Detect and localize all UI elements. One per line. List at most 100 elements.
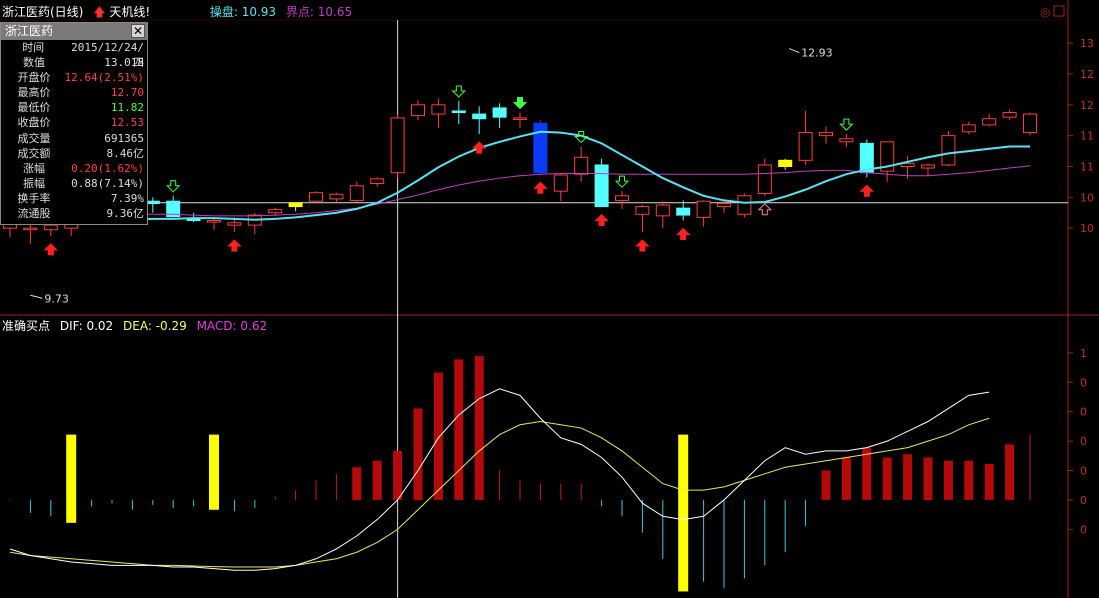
info-row-label: 最低价 — [17, 101, 51, 115]
candle-body — [288, 202, 303, 208]
info-row-value: 13.018 — [104, 56, 144, 70]
info-row-value: 12.70 — [110, 86, 144, 100]
candle-body — [778, 159, 793, 167]
info-panel: 浙江医药 ✕ 时间 2015/12/24/四 数值 13.018 开盘价 12.64(2.… — [0, 22, 148, 225]
candle-body — [553, 174, 568, 192]
macd-label: MACD: 0.62 — [196, 319, 268, 333]
buy-arrow-icon — [594, 213, 609, 227]
macd-y-tick-label: 0 — [1080, 406, 1087, 419]
buy-arrow-icon — [43, 243, 59, 256]
candle-body — [737, 195, 752, 215]
info-row-label: 收盘价 — [17, 116, 51, 130]
info-row-value: 12.53 — [110, 116, 144, 130]
candle-body — [329, 193, 344, 200]
macd-bar-positive — [393, 450, 403, 500]
info-row-value: 0.20(1.62%) — [71, 161, 144, 175]
candle-body — [615, 195, 629, 201]
candle-body — [451, 110, 466, 114]
candle-body — [268, 209, 283, 214]
signal-yellow-bar — [66, 434, 77, 523]
candle-body — [819, 132, 833, 137]
candle-body — [941, 135, 956, 166]
info-row: 最低价 11.82 — [1, 100, 147, 115]
info-row-label: 流通股 — [17, 207, 51, 221]
signal-label: 天机线! — [109, 5, 151, 19]
macd-bar-positive — [882, 457, 892, 500]
red-up-arrow-icon: 🡅 — [93, 5, 106, 19]
y-tick-label: 11 — [1080, 130, 1094, 143]
candle-body — [145, 200, 160, 205]
signal-yellow-bar — [678, 434, 689, 592]
info-row-value: 12.64(2.51%) — [64, 71, 144, 85]
candle-body — [472, 113, 487, 120]
candle-body — [227, 222, 242, 226]
info-row: 换手率 7.39% — [1, 191, 147, 206]
candle-body — [513, 117, 527, 120]
dif-label: DIF: 0.02 — [59, 319, 114, 333]
buy-arrow-icon — [471, 141, 487, 154]
info-row-value: 7.39% — [110, 191, 144, 205]
ma-cyan-line — [10, 130, 1030, 225]
sell-arrow-icon — [451, 85, 467, 98]
info-row: 收盘价 12.53 — [1, 115, 147, 130]
stock-chart: ◎1312121111101012.939.731000000 — [0, 0, 1099, 598]
info-row: 流通股 9.36亿 — [1, 206, 147, 221]
info-row-label: 换手率 — [17, 191, 51, 205]
window-icon — [1053, 5, 1065, 17]
settings-icon: ◎ — [1040, 5, 1050, 19]
info-row-value: 9.36亿 — [106, 207, 145, 221]
ma-magenta-line — [9, 165, 1031, 217]
close-icon[interactable]: ✕ — [131, 24, 145, 38]
buy-arrow-icon — [533, 181, 548, 194]
macd-bar-positive — [862, 447, 872, 500]
high-leader — [789, 48, 800, 53]
y-tick-label: 11 — [1080, 161, 1094, 174]
info-row: 时间 2015/12/24/四 — [1, 40, 147, 69]
candle-body — [676, 207, 691, 216]
low-label: 9.73 — [44, 292, 69, 305]
y-tick-label: 12 — [1080, 68, 1094, 81]
info-row: 成交量 691365 — [1, 131, 147, 146]
info-row: 振幅 0.88(7.14%) — [1, 176, 147, 191]
candle-body — [839, 138, 854, 143]
buy-arrow-icon — [675, 227, 691, 240]
candle-body — [1023, 113, 1037, 134]
candle-body — [798, 132, 813, 161]
indicator-header: 准确买点 DIF: 0.02 DEA: -0.29 MACD: 0.62 — [2, 317, 273, 333]
info-row-label: 时间 — [22, 41, 45, 54]
macd-bar-positive — [454, 359, 464, 500]
signal-yellow-bar — [209, 434, 219, 510]
macd-bar-positive — [352, 467, 362, 500]
candle-body — [207, 219, 221, 223]
info-row: 成交额 8.46亿 — [1, 146, 147, 161]
macd-bar-positive — [821, 470, 831, 500]
candle-body — [533, 122, 548, 174]
info-row-value: 691365 — [104, 131, 144, 145]
macd-bar-positive — [474, 356, 484, 500]
y-tick-label: 10 — [1080, 191, 1094, 204]
macd-bar-positive — [841, 457, 851, 500]
info-row: 涨幅 0.20(1.62%) — [1, 161, 147, 176]
info-row: 开盘价 12.64(2.51%) — [1, 70, 147, 85]
candle-body — [43, 224, 58, 231]
candle-body — [574, 156, 589, 175]
buy-arrow-icon — [227, 239, 242, 252]
caopan-label: 操盘: 10.93 — [209, 5, 277, 19]
sell-arrow-icon — [839, 118, 854, 131]
info-panel-header[interactable]: 浙江医药 ✕ — [1, 23, 147, 40]
candle-body — [921, 164, 935, 169]
info-row-label: 涨幅 — [23, 161, 45, 175]
candle-body — [492, 107, 507, 118]
macd-y-tick-label: 0 — [1080, 523, 1087, 536]
macd-bar-positive — [964, 460, 974, 500]
macd-bar-positive — [923, 457, 933, 500]
candle-body — [982, 118, 997, 126]
info-row-value: 8.46亿 — [106, 146, 145, 160]
chart-header: 浙江医药(日线) 🡅 天机线! 操盘: 10.93 界点: 10.65 — [2, 3, 358, 21]
sell-arrow-icon — [165, 180, 181, 193]
macd-bar-positive — [433, 372, 443, 500]
candle-body — [23, 227, 38, 231]
candle-body — [961, 124, 976, 133]
candle-body — [431, 104, 446, 115]
low-leader — [30, 294, 43, 299]
